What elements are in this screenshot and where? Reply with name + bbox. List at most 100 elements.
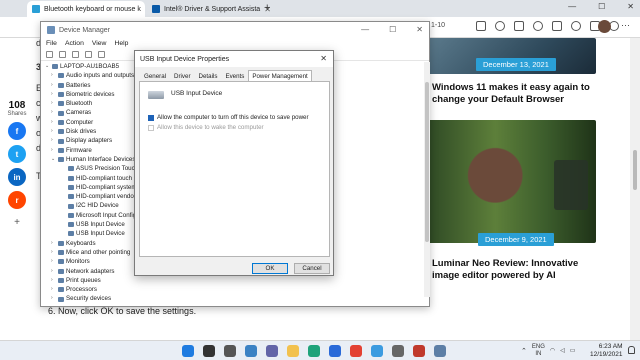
menu-help[interactable]: Help: [114, 40, 128, 47]
scrollbar-thumb[interactable]: [425, 82, 429, 242]
expand-down-icon[interactable]: ⌄: [51, 155, 56, 164]
profile-avatar[interactable]: [598, 20, 611, 33]
scrollbar-thumb[interactable]: [633, 150, 637, 190]
battery-icon[interactable]: ▭: [570, 347, 576, 354]
more-share-button[interactable]: +: [6, 217, 28, 228]
clock[interactable]: 6:23 AM 12/19/2021: [590, 343, 623, 359]
article-link[interactable]: Luminar Neo Review: Innovative image edi…: [432, 258, 602, 282]
forward-icon[interactable]: [59, 51, 66, 58]
browser-menu-button[interactable]: ···: [621, 20, 630, 30]
dialog-titlebar[interactable]: USB Input Device Properties: [135, 51, 333, 67]
article-link[interactable]: Windows 11 makes it easy again to change…: [432, 82, 602, 106]
expand-right-icon[interactable]: ›: [51, 71, 56, 80]
tree-item[interactable]: USB Input Device: [45, 220, 137, 229]
menu-file[interactable]: File: [46, 40, 57, 47]
expand-right-icon[interactable]: ›: [51, 99, 56, 108]
tree-item[interactable]: ⌄ Human Interface Devices: [45, 155, 137, 164]
maximize-button[interactable]: ☐: [598, 2, 605, 11]
expand-right-icon[interactable]: ›: [51, 248, 56, 257]
edge-icon[interactable]: [308, 345, 320, 357]
windows-start-icon[interactable]: [182, 345, 194, 357]
tree-item[interactable]: › Security devices: [45, 294, 137, 303]
menu-view[interactable]: View: [92, 40, 107, 47]
linkedin-share-button[interactable]: in: [8, 168, 26, 186]
expand-right-icon[interactable]: ›: [51, 294, 56, 303]
allow-power-off-option[interactable]: Allow the computer to turn off this devi…: [148, 114, 309, 121]
minimize-button[interactable]: —: [361, 25, 369, 34]
tree-scrollbar[interactable]: [424, 62, 430, 297]
expand-right-icon[interactable]: ›: [51, 136, 56, 145]
tree-item[interactable]: › Computer: [45, 118, 137, 127]
app-icon[interactable]: [413, 345, 425, 357]
expand-right-icon[interactable]: ›: [51, 127, 56, 136]
browser-tab-0[interactable]: Bluetooth keyboard or mouse k ✕: [27, 1, 145, 17]
tree-item[interactable]: › Print queues: [45, 276, 137, 285]
scan-hardware-icon[interactable]: [98, 51, 105, 58]
tree-item[interactable]: › Firmware: [45, 146, 137, 155]
tree-item[interactable]: › Bluetooth: [45, 99, 137, 108]
close-window-button[interactable]: ✕: [416, 25, 423, 34]
photos-icon[interactable]: [371, 345, 383, 357]
tree-item[interactable]: HID-compliant touch: [45, 174, 137, 183]
tree-item[interactable]: › Mice and other pointing: [45, 248, 137, 257]
article-thumbnail[interactable]: [428, 120, 596, 243]
tree-item[interactable]: › Monitors: [45, 257, 137, 266]
expand-right-icon[interactable]: ›: [51, 108, 56, 117]
notification-icon[interactable]: [628, 346, 635, 354]
maximize-button[interactable]: ☐: [389, 25, 396, 34]
volume-icon[interactable]: ◁: [560, 347, 565, 354]
tree-item[interactable]: › Keyboards: [45, 239, 137, 248]
tree-item[interactable]: › Audio inputs and outputs: [45, 71, 137, 80]
chevron-up-icon[interactable]: ⌃: [521, 347, 527, 355]
tree-item[interactable]: I2C HID Device: [45, 201, 137, 210]
downloads-icon[interactable]: [533, 21, 543, 31]
expand-right-icon[interactable]: ›: [51, 81, 56, 90]
expand-right-icon[interactable]: ›: [51, 118, 56, 127]
expand-right-icon[interactable]: ›: [51, 276, 56, 285]
tree-item[interactable]: › Processors: [45, 285, 137, 294]
properties-icon[interactable]: [72, 51, 79, 58]
tree-item[interactable]: › Disk drives: [45, 127, 137, 136]
menu-action[interactable]: Action: [65, 40, 84, 47]
minimize-button[interactable]: —: [568, 2, 576, 11]
history-icon[interactable]: [571, 21, 581, 31]
close-window-button[interactable]: ✕: [627, 2, 634, 11]
sidebar-icon[interactable]: [552, 21, 562, 31]
tree-item[interactable]: › Batteries: [45, 81, 137, 90]
expand-right-icon[interactable]: ›: [51, 90, 56, 99]
tree-item[interactable]: ⌄ LAPTOP-AU1BOAB5: [45, 62, 137, 71]
tree-item[interactable]: › Network adapters: [45, 267, 137, 276]
expand-right-icon[interactable]: ›: [51, 257, 56, 266]
allow-power-off-checkbox[interactable]: [148, 114, 154, 121]
collections-icon[interactable]: [476, 21, 486, 31]
store-icon[interactable]: [329, 345, 341, 357]
tree-item[interactable]: › Biometric devices: [45, 90, 137, 99]
close-dialog-button[interactable]: ✕: [320, 54, 327, 63]
search-icon[interactable]: [203, 345, 215, 357]
browser-tab-1[interactable]: Intel® Driver & Support Assista ✕: [147, 1, 273, 17]
reddit-share-button[interactable]: r: [8, 191, 26, 209]
file-explorer-icon[interactable]: [287, 345, 299, 357]
tree-item[interactable]: HID-compliant vendor: [45, 192, 137, 201]
chat-icon[interactable]: [266, 345, 278, 357]
extensions-icon[interactable]: [495, 21, 505, 31]
widgets-icon[interactable]: [245, 345, 257, 357]
expand-down-icon[interactable]: ⌄: [45, 62, 50, 71]
cancel-button[interactable]: Cancel: [294, 263, 330, 274]
facebook-share-button[interactable]: f: [8, 122, 26, 140]
twitter-share-button[interactable]: t: [8, 145, 26, 163]
expand-right-icon[interactable]: ›: [51, 239, 56, 248]
input-language[interactable]: ENG IN: [532, 344, 545, 357]
settings-icon[interactable]: [392, 345, 404, 357]
ok-button[interactable]: OK: [252, 263, 288, 274]
expand-right-icon[interactable]: ›: [51, 267, 56, 276]
wifi-icon[interactable]: ◠: [550, 347, 555, 354]
tree-item[interactable]: USB Input Device: [45, 229, 137, 238]
tree-item[interactable]: HID-compliant system: [45, 183, 137, 192]
device-manager-icon[interactable]: [434, 345, 446, 357]
tree-item[interactable]: › Display adapters: [45, 136, 137, 145]
help-icon[interactable]: [85, 51, 92, 58]
page-scrollbar[interactable]: [630, 38, 640, 340]
expand-right-icon[interactable]: ›: [51, 146, 56, 155]
chrome-icon[interactable]: [350, 345, 362, 357]
